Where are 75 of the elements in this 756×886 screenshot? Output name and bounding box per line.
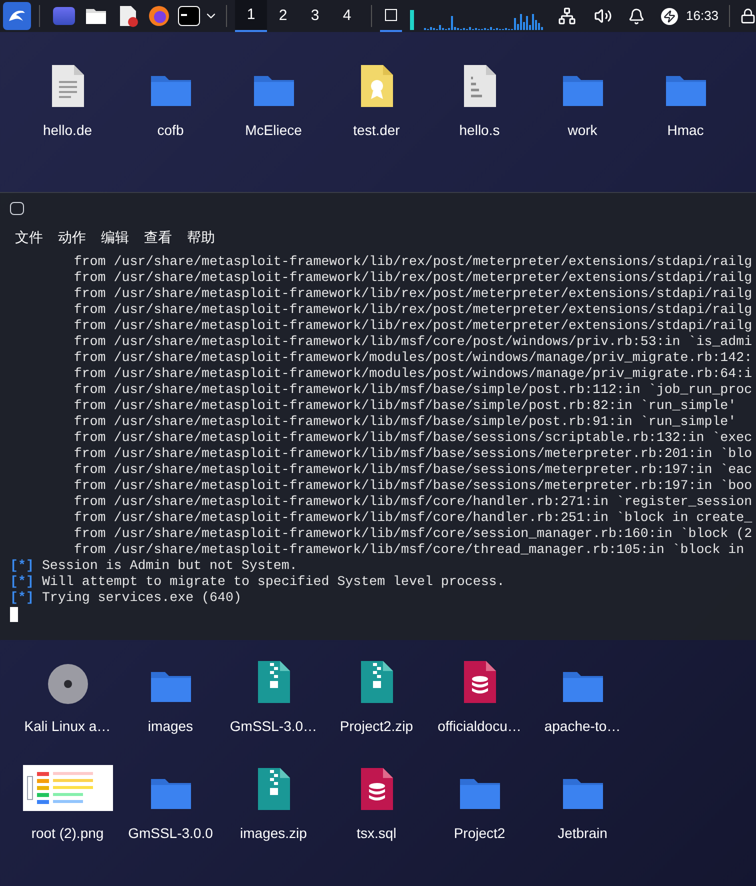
zip-file-icon (360, 660, 394, 704)
file-name[interactable]: Jetbrain (558, 823, 608, 844)
zip-file-icon (256, 660, 290, 704)
terminal-line: from /usr/share/metasploit-framework/lib/rex/post/meterpreter/extensions/stdapi/railg (72, 286, 752, 302)
database-file-icon (360, 767, 394, 811)
network-icon[interactable] (558, 7, 576, 25)
terminal-line: from /usr/share/metasploit-framework/lib/msf/core/post/windows/priv.rb:53:in `is_admi (72, 334, 752, 350)
disc-icon (48, 664, 88, 704)
text-cursor (10, 607, 18, 622)
workspace-tab[interactable]: 1 (235, 0, 267, 32)
terminal-line: from /usr/share/metasploit-framework/lib/rex/post/meterpreter/extensions/stdapi/railg (72, 318, 752, 334)
terminal-line: from /usr/share/metasploit-framework/lib/rex/post/meterpreter/extensions/stdapi/railg (72, 270, 752, 286)
file-name[interactable]: images.zip (240, 823, 307, 844)
binary-file-icon (462, 64, 496, 108)
workspace-tab[interactable]: 3 (299, 0, 331, 32)
volume-icon[interactable] (594, 7, 612, 25)
terminal-line: from /usr/share/metasploit-framework/modules/post/windows/manage/priv_migrate.rb:64:i (72, 366, 752, 382)
file-name[interactable]: hello.s (459, 120, 500, 141)
file-name[interactable]: GmSSL-3.0… (230, 716, 318, 737)
terminal-line: from /usr/share/metasploit-framework/lib/msf/core/handler.rb:271:in `register_session (72, 494, 752, 510)
certificate-icon (360, 64, 394, 108)
terminal-line: from /usr/share/metasploit-framework/lib/msf/core/thread_manager.rb:105:in `block in (72, 542, 746, 558)
terminal-line: from /usr/share/metasploit-framework/lib/msf/base/sessions/meterpreter.rb:197:in `eac (72, 462, 752, 478)
file-name[interactable]: McEliece (245, 120, 302, 141)
kali-menu-icon[interactable] (3, 2, 31, 30)
status-marker: [*] (10, 558, 34, 574)
workspace-tab[interactable]: 4 (331, 0, 363, 32)
file-name[interactable]: images (148, 716, 194, 737)
database-file-icon (462, 660, 496, 704)
terminal-line: from /usr/share/metasploit-framework/lib/msf/base/simple/post.rb:82:in `run_simple' (72, 398, 736, 414)
zip-file-icon (256, 767, 290, 811)
menu-item[interactable]: 文件 (15, 226, 43, 248)
folder-icon[interactable] (85, 7, 107, 25)
workspace-tab[interactable]: 2 (267, 0, 299, 32)
terminal-line: from /usr/share/metasploit-framework/lib/msf/base/simple/post.rb:91:in `run_simple' (72, 414, 736, 430)
file-name[interactable]: tsx.sql (356, 823, 396, 844)
terminal-line: from /usr/share/metasploit-framework/lib/msf/base/sessions/meterpreter.rb:201:in `blo (72, 446, 752, 462)
terminal-line: from /usr/share/metasploit-framework/lib/msf/base/simple/post.rb:112:in `job_run_proc (72, 382, 752, 398)
status-marker: [*] (10, 590, 34, 606)
document-icon (50, 64, 84, 108)
terminal-line: Session is Admin but not System. (42, 558, 298, 574)
terminal-line: from /usr/share/metasploit-framework/lib/msf/base/sessions/scriptable.rb:132:in `exec (72, 430, 752, 446)
terminal-line: from /usr/share/metasploit-framework/lib/msf/core/session_manager.rb:160:in `block (2 (72, 526, 752, 542)
terminal-icon[interactable] (178, 6, 200, 26)
browser-icon[interactable] (148, 5, 170, 27)
terminal-line: from /usr/share/metasploit-framework/lib/rex/post/meterpreter/extensions/stdapi/railg (72, 302, 752, 318)
terminal-line: Trying services.exe (640) (42, 590, 242, 606)
menu-item[interactable]: 编辑 (101, 226, 129, 248)
file-name[interactable]: GmSSL-3.0.0 (128, 823, 213, 844)
menu-item[interactable]: 动作 (58, 226, 86, 248)
file-name[interactable]: Hmac (667, 120, 704, 141)
file-name[interactable]: Project2 (454, 823, 506, 844)
file-name[interactable]: work (568, 120, 598, 141)
file-name[interactable]: hello.de (42, 120, 92, 141)
file-name[interactable]: cofb (157, 120, 184, 141)
text-editor-icon[interactable] (117, 5, 139, 27)
file-name[interactable]: root (2).png (31, 823, 104, 844)
file-name[interactable]: Kali Linux a… (24, 716, 111, 737)
app-launcher-icon[interactable] (53, 7, 75, 25)
file-name[interactable]: apache-to… (544, 716, 621, 737)
terminal-line: Will attempt to migrate to specified System level process. (42, 574, 505, 590)
file-name[interactable]: officialdocu… (438, 716, 522, 737)
terminal-line: from /usr/share/metasploit-framework/lib/rex/post/meterpreter/extensions/stdapi/railg (72, 254, 752, 270)
lock-icon[interactable] (740, 8, 756, 24)
terminal-line: from /usr/share/metasploit-framework/lib/msf/core/handler.rb:251:in `block in create_ (72, 510, 752, 526)
power-icon[interactable] (661, 8, 678, 24)
terminal-line: from /usr/share/metasploit-framework/lib/msf/base/sessions/meterpreter.rb:197:in `boo (72, 478, 752, 494)
status-marker: [*] (10, 574, 34, 590)
menu-item[interactable]: 帮助 (187, 226, 215, 248)
menu-item[interactable]: 查看 (144, 226, 172, 248)
file-name[interactable]: Project2.zip (340, 716, 414, 737)
terminal-line: from /usr/share/metasploit-framework/modules/post/windows/manage/priv_migrate.rb:142: (72, 350, 752, 366)
notifications-icon[interactable] (628, 8, 645, 24)
file-name[interactable]: test.der (353, 120, 400, 141)
clock[interactable]: 16:33 (686, 6, 719, 26)
